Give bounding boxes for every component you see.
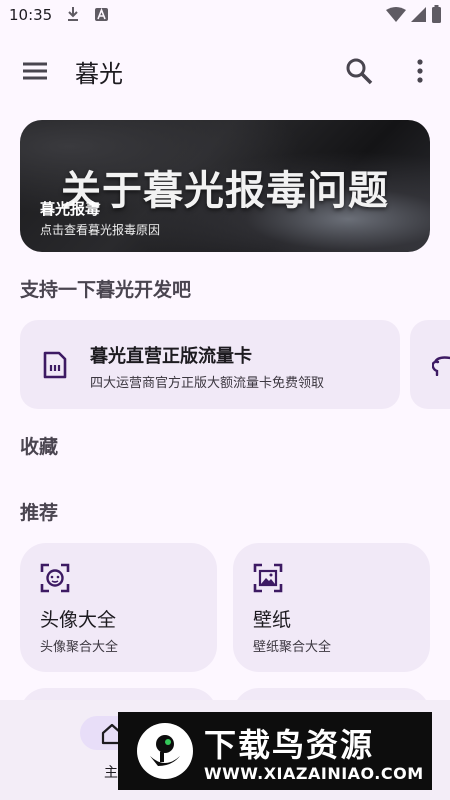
- favorites-section-title: 收藏: [20, 436, 59, 458]
- battery-icon: [432, 5, 441, 23]
- support-card-next[interactable]: [410, 320, 450, 409]
- banner-carousel[interactable]: 关于暮光报毒问题 暮光报毒 点击查看暮光报毒原因: [20, 120, 430, 252]
- cellular-signal-icon: [411, 7, 426, 22]
- watermark-url: WWW.XIAZAINIAO.COM: [204, 764, 424, 783]
- support-section-title: 支持一下暮光开发吧: [20, 279, 192, 301]
- image-frame-icon: [253, 563, 283, 593]
- app-notification-icon: [95, 8, 108, 21]
- app-title: 暮光: [75, 60, 123, 88]
- status-time: 10:35: [9, 6, 53, 24]
- recommend-section-title: 推荐: [20, 502, 59, 524]
- banner-title: 暮光报毒: [40, 200, 101, 218]
- search-icon[interactable]: [344, 56, 374, 86]
- support-card-sim[interactable]: 暮光直营正版流量卡 四大运营商官方正版大额流量卡免费领取: [20, 320, 400, 409]
- sim-card-icon: [43, 351, 67, 379]
- top-app-bar: 暮光: [0, 40, 450, 102]
- rec-card-title: 壁纸: [253, 609, 292, 631]
- rec-card-avatars[interactable]: 头像大全 头像聚合大全: [20, 543, 217, 672]
- rec-card-desc: 壁纸聚合大全: [253, 640, 332, 655]
- rec-card-wallpaper[interactable]: 壁纸 壁纸聚合大全: [233, 543, 430, 672]
- download-icon: [68, 7, 78, 21]
- bird-logo-icon: [137, 723, 193, 779]
- banner-subtitle: 点击查看暮光报毒原因: [40, 223, 161, 237]
- wifi-icon: [386, 7, 406, 22]
- site-watermark: 下载鸟资源 WWW.XIAZAINIAO.COM: [118, 712, 432, 790]
- more-vert-icon[interactable]: [405, 56, 435, 86]
- rec-card-title: 头像大全: [40, 609, 117, 631]
- support-card-title: 暮光直营正版流量卡: [90, 346, 252, 367]
- face-frame-icon: [40, 563, 70, 593]
- piggy-bank-icon: [432, 356, 450, 376]
- menu-icon[interactable]: [20, 56, 50, 86]
- nav-item-home-label: 主: [104, 765, 118, 781]
- status-bar: 10:35: [0, 0, 450, 32]
- watermark-title: 下载鸟资源: [204, 726, 375, 764]
- support-card-desc: 四大运营商官方正版大额流量卡免费领取: [90, 376, 325, 391]
- rec-card-desc: 头像聚合大全: [40, 640, 119, 655]
